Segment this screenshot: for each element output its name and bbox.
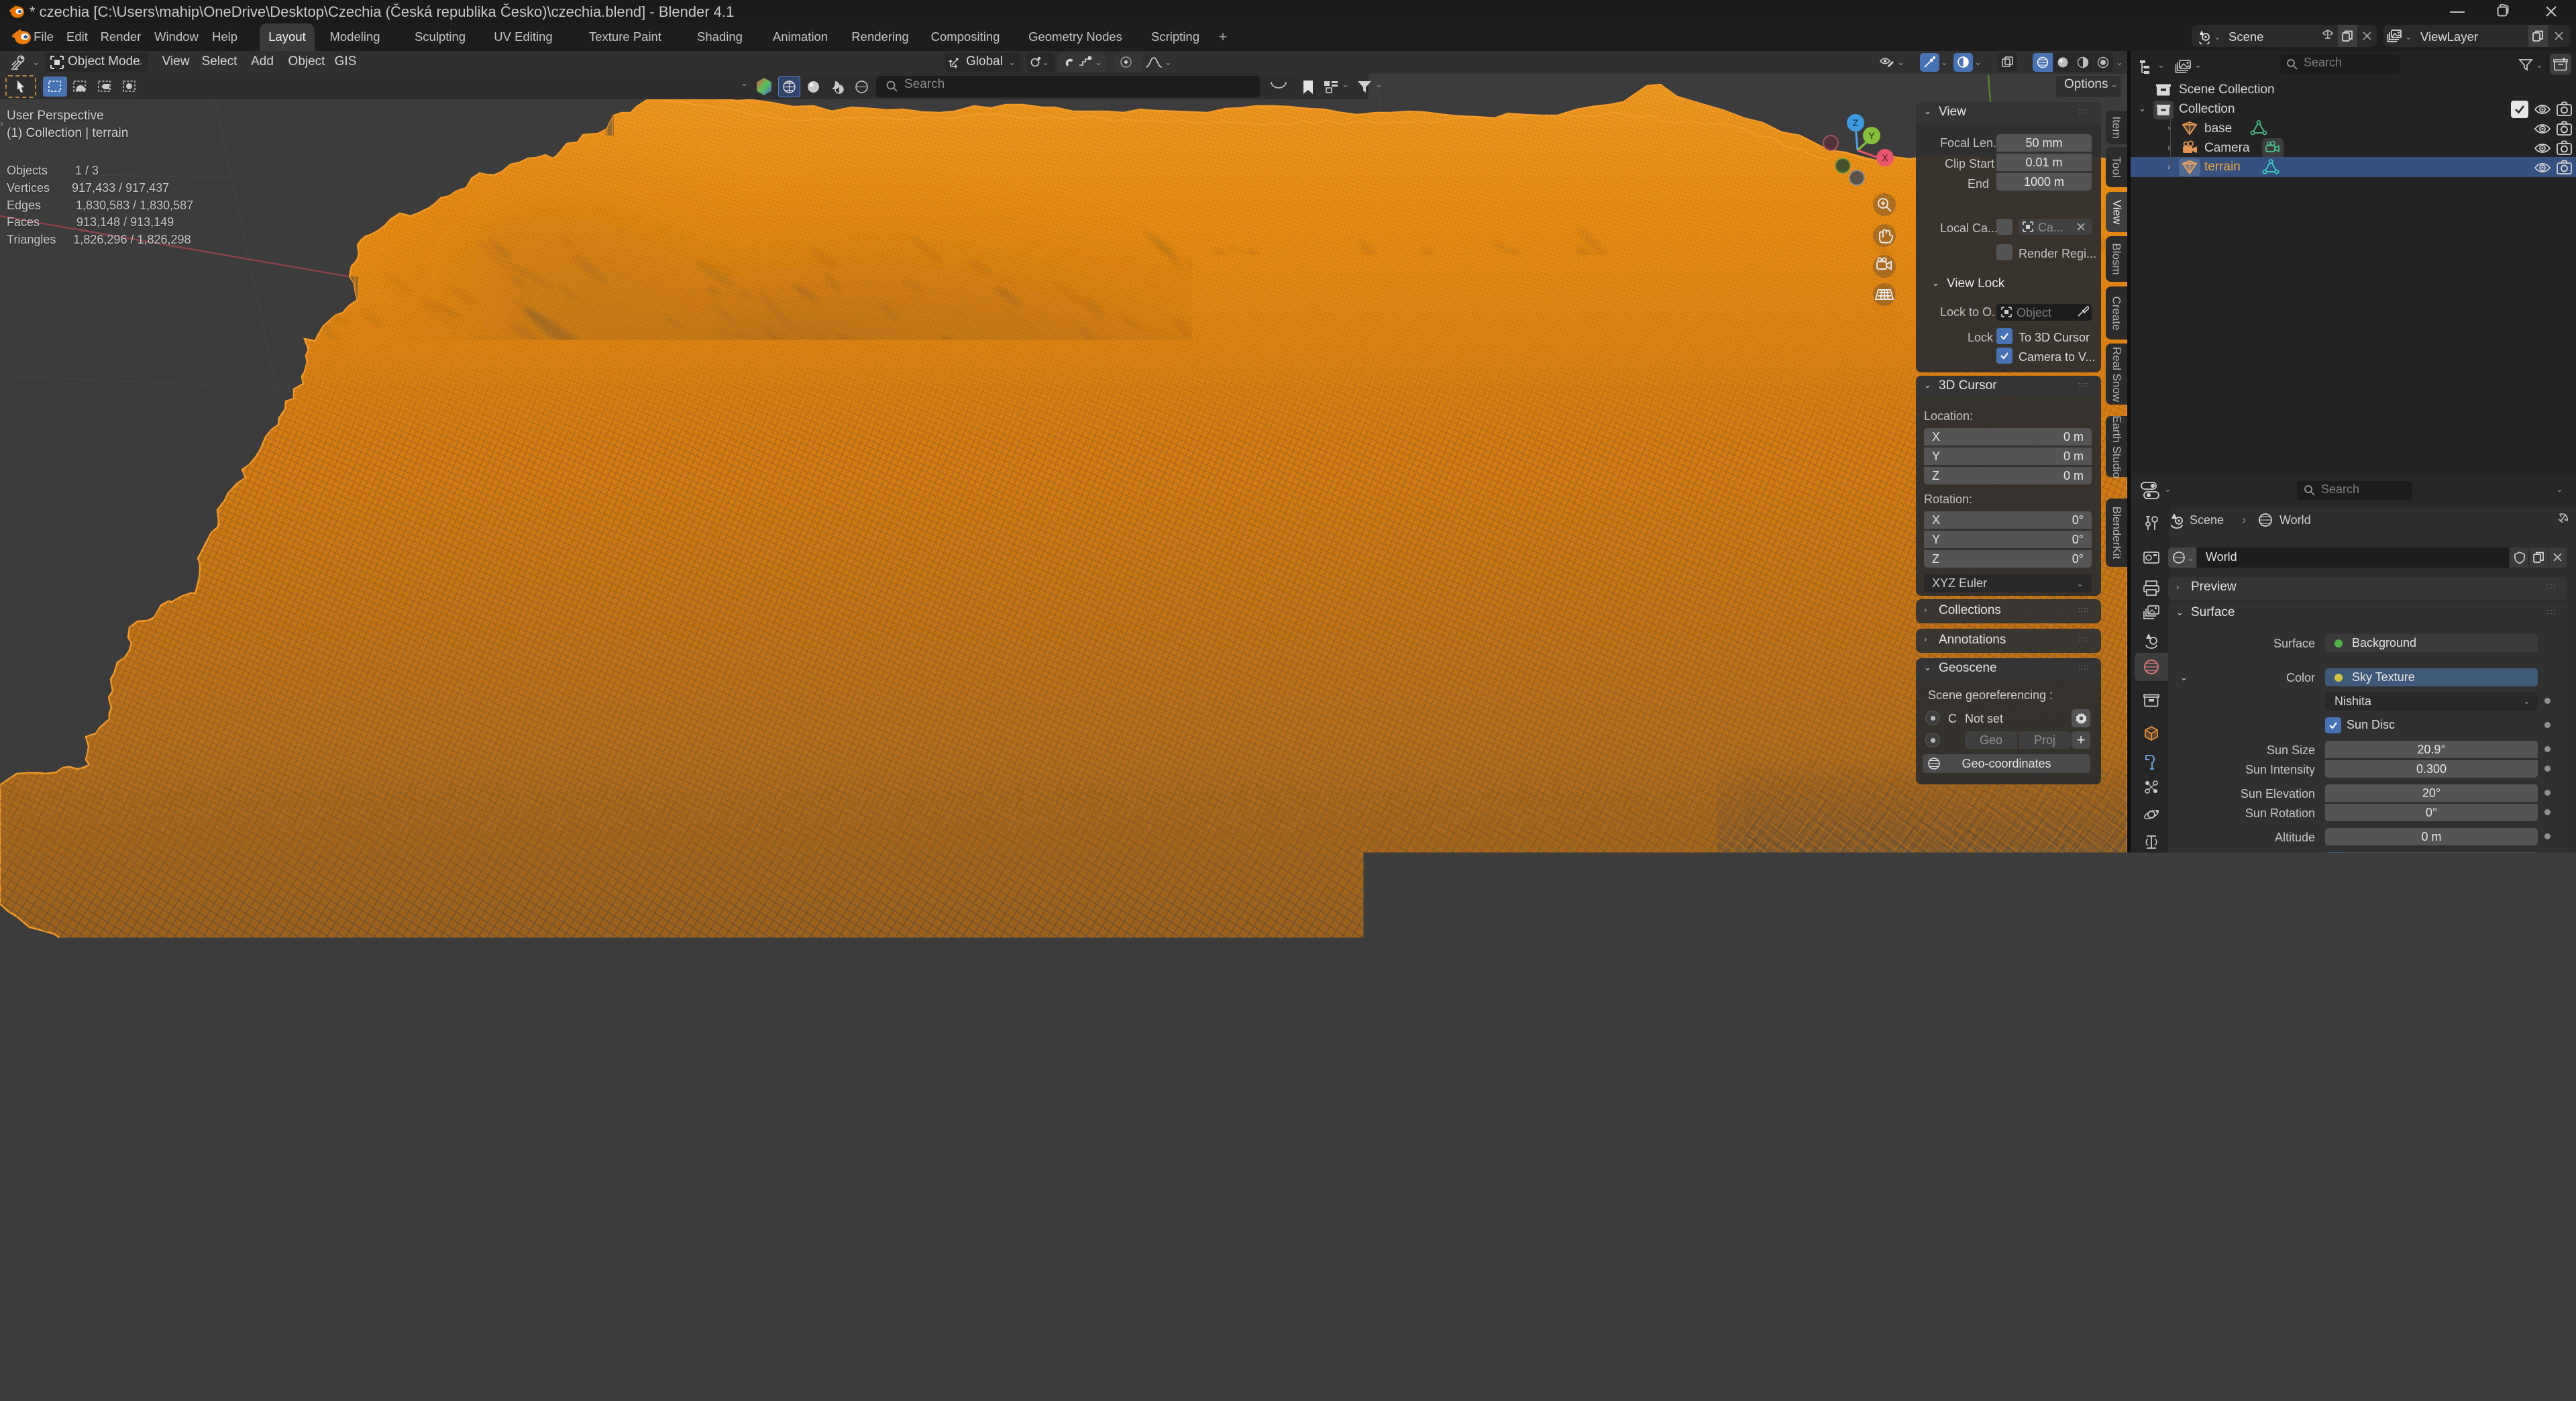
svg-text:Z: Z bbox=[1853, 117, 1859, 128]
svg-text:X: X bbox=[1882, 152, 1888, 163]
svg-text:Y: Y bbox=[1868, 130, 1875, 141]
